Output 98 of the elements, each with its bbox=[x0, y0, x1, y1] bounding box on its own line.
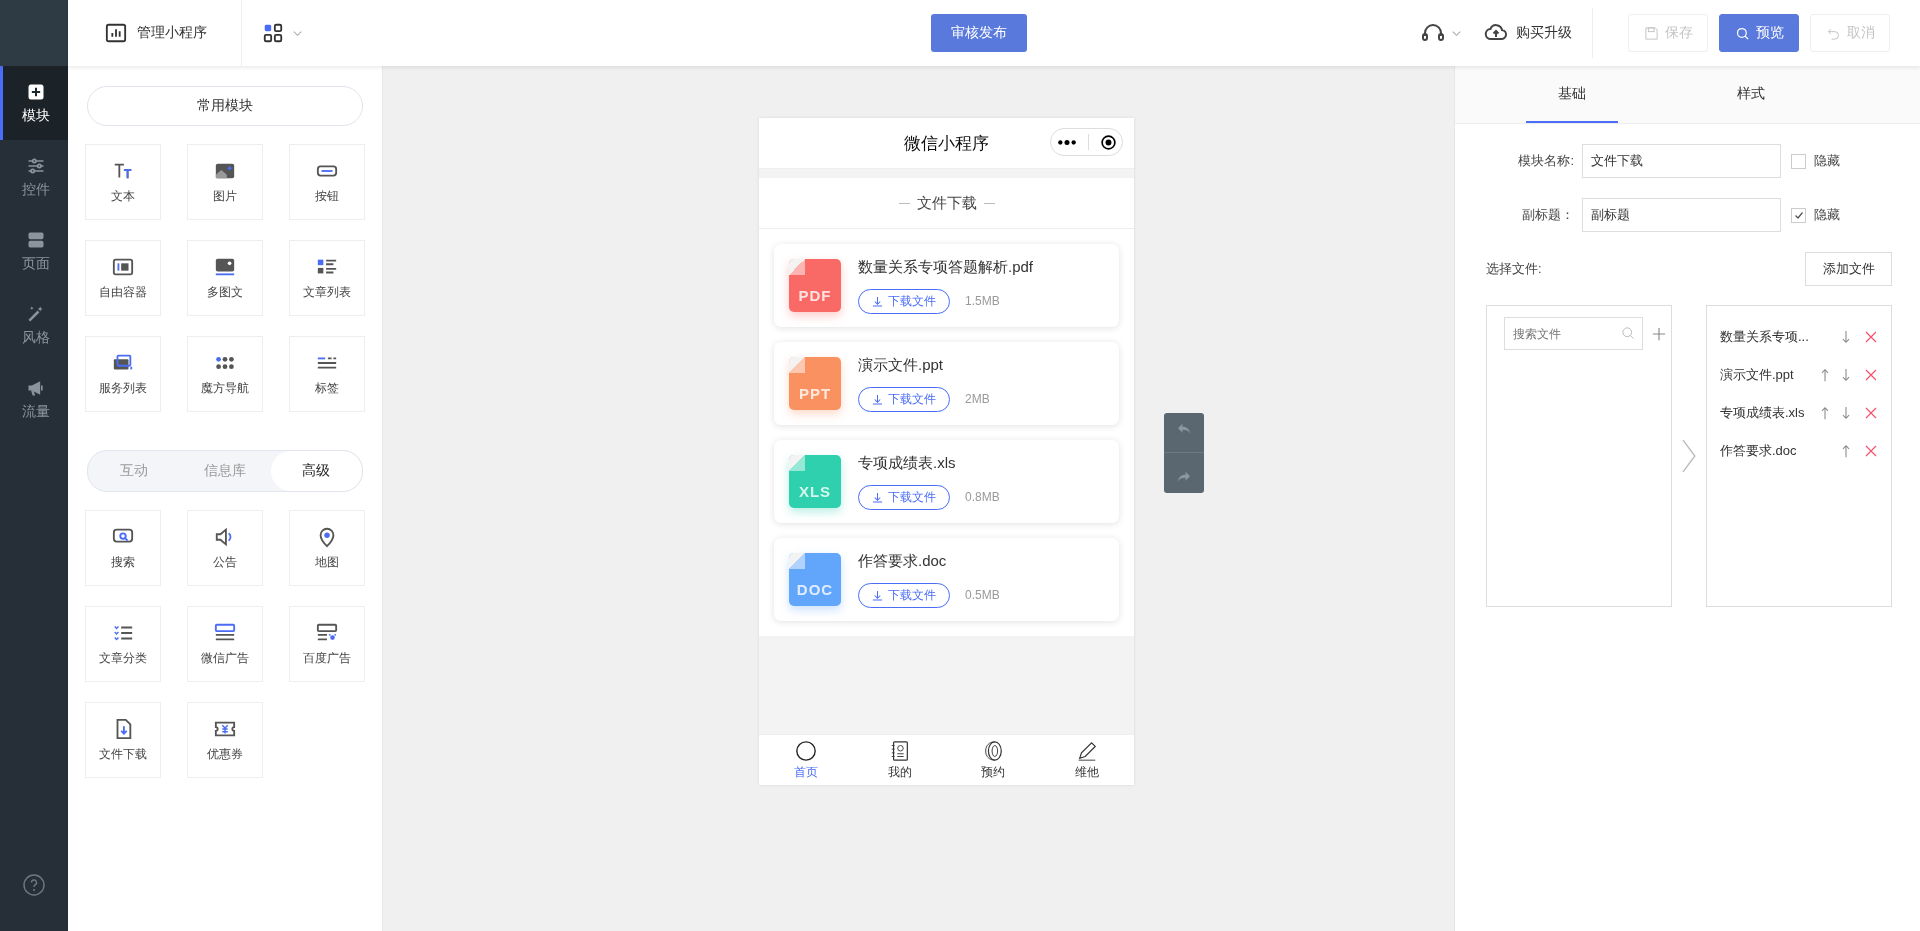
module-tile[interactable]: 文本 bbox=[85, 144, 161, 220]
tab-bar-item[interactable]: 维他 bbox=[1040, 735, 1134, 785]
checkbox[interactable] bbox=[1791, 207, 1806, 223]
chevron-right-icon[interactable] bbox=[1682, 439, 1696, 473]
download-button[interactable]: 下载文件 bbox=[858, 484, 950, 510]
search-icon bbox=[1621, 326, 1636, 341]
close-icon[interactable] bbox=[1865, 407, 1877, 419]
tab-bar-item[interactable]: 预约 bbox=[946, 735, 1041, 785]
tab-bar-item[interactable]: 我的 bbox=[852, 735, 947, 785]
file-name: 作答要求.doc bbox=[858, 551, 948, 571]
close-icon[interactable] bbox=[1865, 445, 1877, 457]
nav-item[interactable]: 模块 bbox=[0, 66, 68, 140]
nav-item[interactable]: 风格 bbox=[0, 288, 68, 362]
file-size: 0.5MB bbox=[965, 588, 1000, 602]
more-dots-icon bbox=[1056, 138, 1077, 146]
module-tile[interactable]: 搜索 bbox=[85, 510, 161, 586]
settings-tab[interactable]: 基础 bbox=[1526, 66, 1618, 123]
download-button[interactable]: 下载文件 bbox=[858, 288, 950, 314]
hide-checkbox[interactable]: 隐藏 bbox=[1791, 206, 1840, 224]
download-icon bbox=[872, 589, 883, 601]
circle-icon bbox=[794, 739, 817, 762]
selected-file-name: 演示文件.ppt bbox=[1719, 366, 1794, 384]
arrow-up-icon[interactable] bbox=[1820, 368, 1830, 382]
save-icon bbox=[1643, 25, 1659, 41]
module-tile[interactable]: 微信广告 bbox=[187, 606, 263, 682]
file-type-icon: PDF bbox=[789, 259, 841, 312]
category-tab[interactable]: 高级 bbox=[270, 451, 362, 491]
module-tile[interactable]: 地图 bbox=[289, 510, 365, 586]
module-tile[interactable]: 优惠券 bbox=[187, 702, 263, 778]
checkbox-label: 隐藏 bbox=[1814, 152, 1840, 170]
tire-icon bbox=[982, 739, 1005, 762]
checkbox-label: 隐藏 bbox=[1814, 206, 1840, 224]
hide-checkbox[interactable]: 隐藏 bbox=[1791, 152, 1840, 170]
module-tile[interactable]: 自由容器 bbox=[85, 240, 161, 316]
file-name: 演示文件.ppt bbox=[858, 355, 945, 375]
module-tile[interactable]: 文章列表 bbox=[289, 240, 365, 316]
file-type-icon: DOC bbox=[789, 553, 841, 606]
module-tile[interactable]: 魔方导航 bbox=[187, 336, 263, 412]
nav-item[interactable]: 控件 bbox=[0, 140, 68, 214]
arrow-up-icon[interactable] bbox=[1841, 444, 1851, 458]
selected-file-name: 作答要求.doc bbox=[1719, 442, 1797, 460]
file-name: 专项成绩表.xls bbox=[858, 453, 957, 473]
app-grid-icon bbox=[262, 22, 284, 44]
close-icon[interactable] bbox=[1865, 369, 1877, 381]
field-label: 模块名称: bbox=[1517, 152, 1575, 170]
arrow-up-icon[interactable] bbox=[1820, 406, 1830, 420]
section-title: 文件下载 bbox=[916, 193, 977, 213]
bar-chart-icon bbox=[105, 22, 127, 44]
module-tile[interactable]: 标签 bbox=[289, 336, 365, 412]
download-button[interactable]: 下载文件 bbox=[858, 582, 950, 608]
preview-button[interactable]: 预览 bbox=[1719, 14, 1799, 52]
settings-tab[interactable]: 样式 bbox=[1705, 66, 1797, 123]
module-tile[interactable]: 服务列表 bbox=[85, 336, 161, 412]
file-type-icon: PPT bbox=[789, 357, 841, 410]
selected-file-name: 数量关系专项... bbox=[1719, 328, 1809, 346]
search-field[interactable]: 搜索文件 bbox=[1504, 317, 1643, 350]
nav-item[interactable]: 流量 bbox=[0, 362, 68, 436]
module-tile[interactable]: 按钮 bbox=[289, 144, 365, 220]
module-tile[interactable]: 百度广告 bbox=[289, 606, 365, 682]
field-label: 副标题： bbox=[1521, 206, 1575, 224]
publish-button[interactable]: 审核发布 bbox=[931, 14, 1027, 52]
module-tile[interactable]: 文章分类 bbox=[85, 606, 161, 682]
text-field[interactable]: 文件下载 bbox=[1582, 144, 1781, 178]
close-icon[interactable] bbox=[1865, 331, 1877, 343]
target-icon bbox=[1099, 133, 1117, 151]
plus-icon[interactable] bbox=[1652, 326, 1666, 341]
download-icon bbox=[872, 491, 883, 503]
select-files-label: 选择文件: bbox=[1486, 260, 1542, 278]
text-field[interactable]: 副标题 bbox=[1582, 198, 1781, 232]
checkbox[interactable] bbox=[1791, 153, 1806, 169]
selected-file-name: 专项成绩表.xls bbox=[1719, 404, 1805, 422]
file-name: 数量关系专项答题解析.pdf bbox=[858, 257, 1034, 277]
file-type-icon: XLS bbox=[789, 455, 841, 508]
module-tile[interactable]: 公告 bbox=[187, 510, 263, 586]
search-icon bbox=[1734, 25, 1750, 41]
tab-bar-item[interactable]: 首页 bbox=[759, 735, 853, 785]
upgrade-link[interactable]: 购买升级 bbox=[1484, 21, 1572, 45]
download-icon bbox=[872, 393, 883, 405]
download-icon bbox=[872, 295, 883, 307]
module-tile[interactable]: 多图文 bbox=[187, 240, 263, 316]
manage-link[interactable]: 管理小程序 bbox=[68, 22, 241, 44]
arrow-down-icon[interactable] bbox=[1841, 368, 1851, 382]
arrow-down-icon[interactable] bbox=[1841, 406, 1851, 420]
nav-item[interactable]: 页面 bbox=[0, 214, 68, 288]
file-size: 2MB bbox=[965, 392, 990, 406]
arrow-down-icon[interactable] bbox=[1841, 330, 1851, 344]
capsule-menu[interactable] bbox=[1050, 128, 1123, 156]
checkmark-icon bbox=[1792, 209, 1805, 221]
common-modules-button[interactable]: 常用模块 bbox=[87, 86, 363, 126]
help-icon[interactable] bbox=[22, 873, 46, 897]
file-size: 1.5MB bbox=[965, 294, 1000, 308]
phone-title: 微信小程序 bbox=[904, 132, 989, 155]
add-file-button[interactable]: 添加文件 bbox=[1805, 252, 1892, 286]
pencil-icon bbox=[1076, 739, 1099, 762]
download-button[interactable]: 下载文件 bbox=[858, 386, 950, 412]
module-tile[interactable]: 图片 bbox=[187, 144, 263, 220]
module-tile[interactable]: 文件下载 bbox=[85, 702, 161, 778]
file-size: 0.8MB bbox=[965, 490, 1000, 504]
